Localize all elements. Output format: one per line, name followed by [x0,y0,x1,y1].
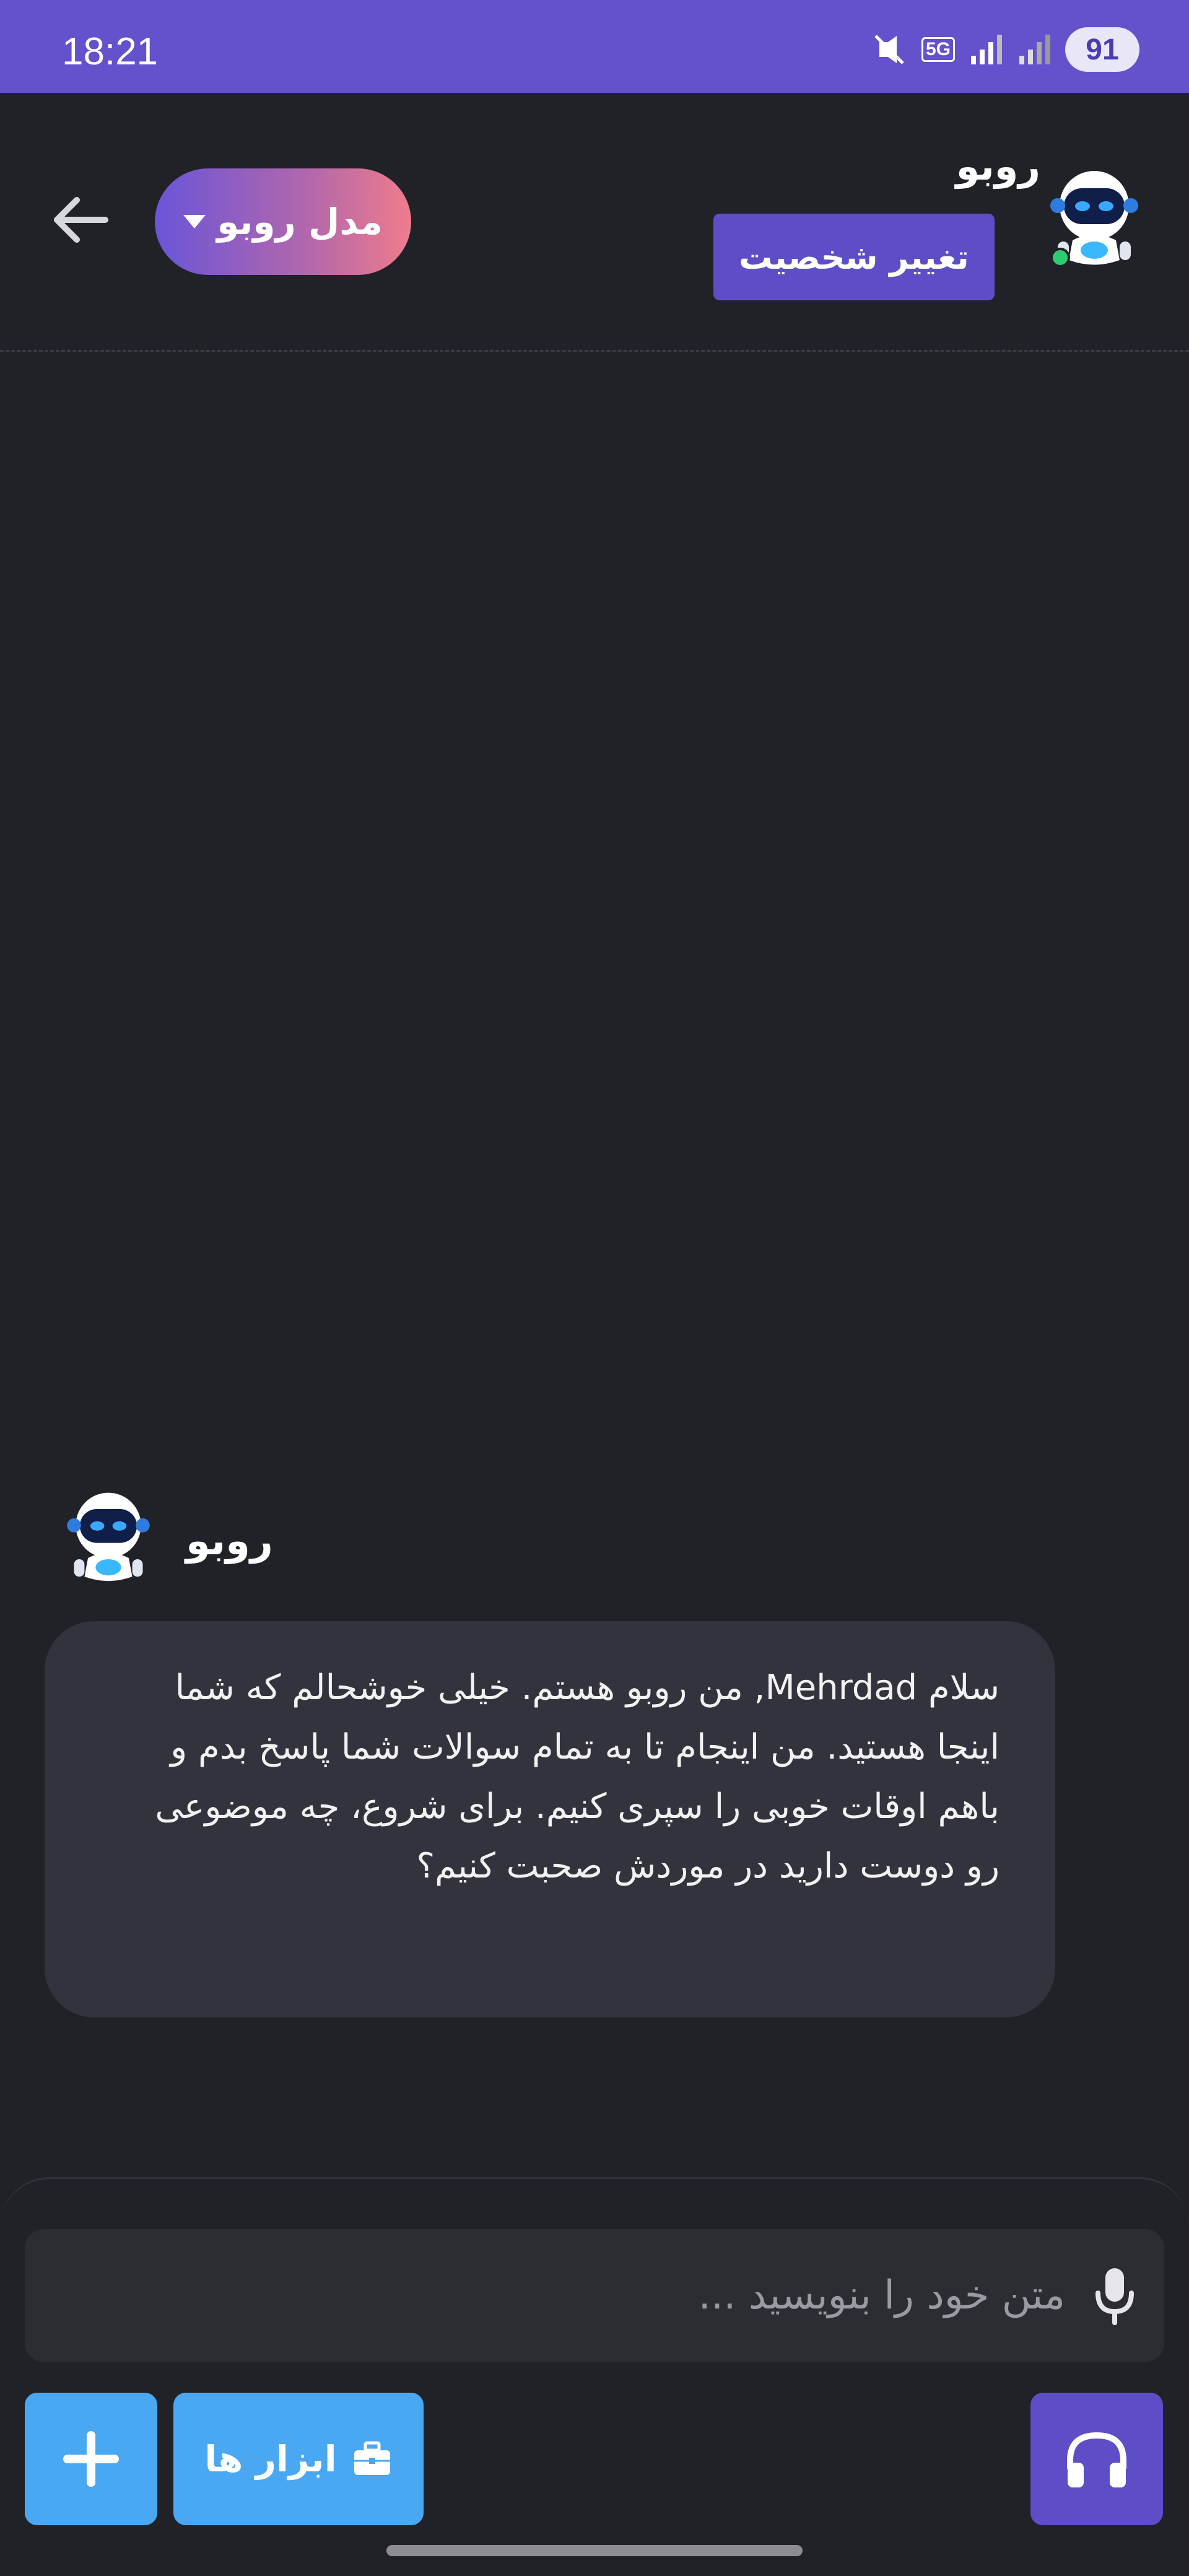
composer-divider [0,2177,1189,2227]
battery-indicator: 91 [1065,27,1139,72]
tools-button[interactable]: ابزار ها [173,2393,424,2525]
headphones-icon [1067,2432,1126,2487]
signal-icon [971,35,1002,64]
add-button[interactable] [25,2393,157,2525]
5g-data-icon: 5G [921,37,955,62]
message-input-container [25,2229,1164,2362]
plus-icon [63,2431,119,2487]
model-selector[interactable]: مدل روبو [155,168,411,275]
online-status-dot [1050,248,1070,268]
robot-avatar [67,1492,150,1582]
mute-vibrate-icon [874,35,904,64]
arrow-left-icon [54,197,108,243]
bot-name: روبو [956,144,1040,189]
status-time: 18:21 [62,30,159,73]
tools-label: ابزار ها [204,2438,337,2480]
message-bubble: سلام Mehrdad, من روبو هستم. خیلی خوشحالم… [45,1621,1055,2017]
toolbox-icon [354,2441,390,2475]
voice-chat-button[interactable] [1030,2393,1163,2525]
model-selector-label: مدل روبو [217,201,383,243]
microphone-icon [1095,2268,1134,2325]
status-bar: 18:21 5G 91 [0,0,1189,93]
change-persona-button[interactable]: تغییر شخصیت [713,214,995,300]
home-indicator[interactable] [386,2545,803,2556]
status-icons: 5G 91 [871,25,1139,74]
message-input[interactable] [136,2273,1065,2318]
back-button[interactable] [43,186,118,254]
microphone-button[interactable] [1090,2258,1139,2333]
message-sender: روبو [186,1518,273,1564]
signal-icon [1019,35,1050,64]
caret-down-icon [183,215,206,228]
